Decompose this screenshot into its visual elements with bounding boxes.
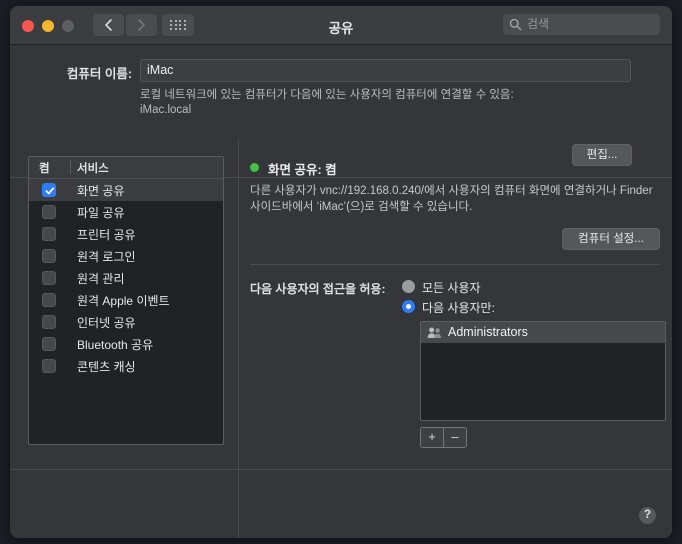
local-hostname: iMac.local	[140, 104, 192, 116]
window-toolbar: 공유	[10, 6, 672, 45]
checkbox-unchecked-icon[interactable]	[42, 337, 56, 351]
service-row[interactable]: 인터넷 공유	[29, 311, 223, 333]
service-label: 원격 로그인	[77, 250, 136, 264]
checkbox-unchecked-icon[interactable]	[42, 315, 56, 329]
service-row[interactable]: 콘텐츠 캐싱	[29, 355, 223, 377]
computer-name-hint: 로컬 네트워크에 있는 컴퓨터가 다음에 있는 사용자의 컴퓨터에 연결할 수 …	[140, 88, 560, 118]
service-row[interactable]: 원격 관리	[29, 267, 223, 289]
service-row[interactable]: 프린터 공유	[29, 223, 223, 245]
computer-name-section: 컴퓨터 이름: 로컬 네트워크에 있는 컴퓨터가 다음에 있는 사용자의 컴퓨터…	[10, 45, 672, 178]
access-permission-label: 다음 사용자의 접근을 허용:	[250, 282, 386, 296]
allowed-user-row[interactable]: Administrators	[421, 322, 665, 343]
computer-name-input[interactable]	[147, 60, 624, 81]
checkbox-checked-icon[interactable]	[42, 183, 56, 197]
help-button[interactable]: ?	[639, 507, 656, 524]
computer-settings-button[interactable]: 컴퓨터 설정...	[562, 228, 660, 250]
service-label: 파일 공유	[77, 206, 125, 220]
radio-only-these-users-icon	[402, 300, 415, 313]
preferences-window: 공유 컴퓨터 이름: 로컬 네트워크에 있는 컴퓨터가 다음에 있는 사용자의 …	[10, 6, 672, 538]
user-list-buttons: + –	[420, 427, 467, 448]
checkbox-unchecked-icon[interactable]	[42, 271, 56, 285]
computer-name-field[interactable]	[140, 59, 631, 82]
services-list[interactable]: 켬 서비스 화면 공유파일 공유프린터 공유원격 로그인원격 관리원격 Appl…	[28, 156, 224, 445]
add-user-button[interactable]: +	[421, 428, 443, 447]
column-divider	[70, 160, 71, 174]
checkbox-unchecked-icon[interactable]	[42, 249, 56, 263]
service-label: 원격 Apple 이벤트	[77, 294, 170, 308]
service-description: 다른 사용자가 vnc://192.168.0.240/에서 사용자의 컴퓨터 …	[250, 185, 653, 213]
service-row[interactable]: 원격 Apple 이벤트	[29, 289, 223, 311]
main-content: 켬 서비스 화면 공유파일 공유프린터 공유원격 로그인원격 관리원격 Appl…	[10, 139, 672, 538]
service-label: Bluetooth 공유	[77, 338, 154, 352]
allowed-users-rows: Administrators	[421, 322, 665, 343]
group-icon	[427, 326, 443, 344]
panel-divider	[238, 139, 239, 538]
radio-all-users-label: 모든 사용자	[422, 281, 481, 295]
search-field[interactable]	[503, 14, 660, 35]
remove-user-button[interactable]: –	[443, 428, 466, 447]
search-input[interactable]	[527, 14, 654, 35]
checkbox-unchecked-icon[interactable]	[42, 359, 56, 373]
plus-icon: +	[428, 429, 436, 444]
service-label: 프린터 공유	[77, 228, 136, 242]
service-label: 인터넷 공유	[77, 316, 136, 330]
service-detail-panel: 화면 공유: 켬 다른 사용자가 vnc://192.168.0.240/에서 …	[248, 139, 666, 538]
service-label: 원격 관리	[77, 272, 125, 286]
column-header-on: 켬	[39, 163, 50, 175]
service-label: 콘텐츠 캐싱	[77, 360, 136, 374]
computer-name-label: 컴퓨터 이름:	[66, 67, 132, 81]
service-row[interactable]: 원격 로그인	[29, 245, 223, 267]
service-row[interactable]: Bluetooth 공유	[29, 333, 223, 355]
checkbox-unchecked-icon[interactable]	[42, 227, 56, 241]
services-rows: 화면 공유파일 공유프린터 공유원격 로그인원격 관리원격 Apple 이벤트인…	[29, 179, 223, 377]
radio-only-these-users-label: 다음 사용자만:	[422, 301, 495, 315]
radio-all-users-icon	[402, 280, 415, 293]
computer-name-hint-text: 로컬 네트워크에 있는 컴퓨터가 다음에 있는 사용자의 컴퓨터에 연결할 수 …	[140, 89, 514, 101]
status-indicator-icon	[250, 163, 259, 172]
allowed-users-list[interactable]: Administrators	[420, 321, 666, 421]
bottom-divider	[10, 469, 672, 470]
services-list-header: 켬 서비스	[29, 157, 223, 179]
detail-divider	[250, 264, 660, 265]
checkbox-unchecked-icon[interactable]	[42, 293, 56, 307]
column-header-service: 서비스	[77, 163, 109, 175]
allowed-user-name: Administrators	[448, 325, 528, 339]
service-row[interactable]: 화면 공유	[29, 179, 223, 201]
search-icon	[509, 18, 522, 31]
service-row[interactable]: 파일 공유	[29, 201, 223, 223]
minus-icon: –	[451, 429, 459, 444]
service-label: 화면 공유	[77, 184, 125, 198]
status-label: 화면 공유: 켬	[268, 163, 337, 177]
checkbox-unchecked-icon[interactable]	[42, 205, 56, 219]
